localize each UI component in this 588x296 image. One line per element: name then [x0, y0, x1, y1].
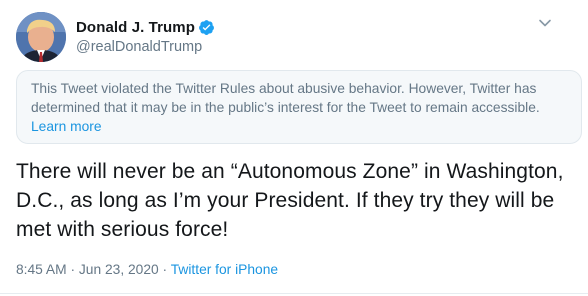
- learn-more-link[interactable]: Learn more: [31, 119, 102, 134]
- divider: [0, 293, 588, 294]
- meta-separator: ·: [66, 262, 79, 277]
- tweet-time[interactable]: 8:45 AM: [16, 262, 67, 277]
- avatar-image: [16, 12, 66, 62]
- rules-violation-notice: This Tweet violated the Twitter Rules ab…: [16, 70, 582, 144]
- chevron-down-icon[interactable]: [536, 14, 554, 32]
- tweet-date[interactable]: Jun 23, 2020: [79, 262, 159, 277]
- author-handle[interactable]: @realDonaldTrump: [76, 39, 215, 55]
- tweet-card: Donald J. Trump @realDonaldTrump This Tw…: [0, 0, 588, 296]
- tweet-header: Donald J. Trump @realDonaldTrump: [16, 12, 556, 64]
- verified-badge-icon: [198, 19, 215, 36]
- tweet-text: There will never be an “Autonomous Zone”…: [16, 160, 564, 241]
- notice-text: This Tweet violated the Twitter Rules ab…: [31, 81, 540, 115]
- avatar[interactable]: [16, 12, 66, 62]
- tweet-source-link[interactable]: Twitter for iPhone: [171, 262, 278, 277]
- tweet-meta: 8:45 AM · Jun 23, 2020 · Twitter for iPh…: [16, 262, 278, 277]
- author-names: Donald J. Trump @realDonaldTrump: [76, 17, 215, 55]
- name-row: Donald J. Trump: [76, 17, 215, 37]
- meta-separator: ·: [158, 262, 171, 277]
- display-name[interactable]: Donald J. Trump: [76, 19, 195, 36]
